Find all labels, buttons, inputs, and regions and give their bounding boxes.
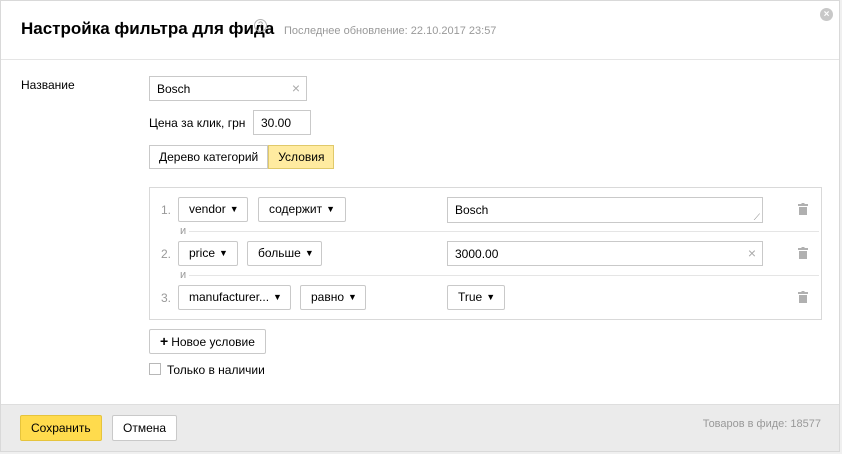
close-icon[interactable]: ×	[820, 8, 833, 21]
tab-conditions[interactable]: Условия	[268, 145, 335, 169]
condition-value: True	[458, 290, 483, 304]
in-stock-label: Только в наличии	[167, 363, 265, 377]
chevron-down-icon: ▼	[229, 204, 239, 214]
condition-value: Bosch	[455, 203, 489, 217]
filter-mode-tabs: Дерево категорий Условия	[149, 145, 335, 169]
and-label: и	[177, 225, 190, 237]
save-button[interactable]: Сохранить	[20, 415, 102, 441]
condition-field-select[interactable]: manufacturer... ▼	[178, 285, 291, 310]
condition-operator-select[interactable]: больше ▼	[247, 241, 322, 266]
condition-operator-value: больше	[258, 246, 301, 260]
condition-number: 2.	[161, 247, 172, 261]
price-input-value: 30.00	[261, 116, 292, 130]
condition-operator-select[interactable]: содержит ▼	[258, 197, 346, 222]
clear-value-icon[interactable]: ×	[748, 242, 756, 265]
in-stock-checkbox[interactable]	[149, 363, 161, 375]
help-icon[interactable]: ?	[254, 19, 267, 32]
condition-field-value: manufacturer...	[189, 290, 270, 304]
conditions-panel: 1. vendor ▼ содержит ▼ Bosch ⟋ и 2. price ▼…	[149, 187, 822, 320]
chevron-down-icon: ▼	[304, 248, 314, 258]
chevron-down-icon: ▼	[486, 292, 496, 302]
delete-icon[interactable]	[798, 247, 808, 259]
condition-operator-value: содержит	[269, 202, 323, 216]
delete-icon[interactable]	[798, 203, 808, 215]
delete-icon[interactable]	[798, 291, 808, 303]
price-input[interactable]: 30.00	[253, 110, 311, 135]
chevron-down-icon: ▼	[348, 292, 357, 302]
row-separator	[180, 275, 819, 276]
chevron-down-icon: ▼	[326, 204, 336, 214]
name-input-value: Bosch	[157, 82, 191, 96]
dialog-title: Настройка фильтра для фида	[21, 19, 275, 38]
condition-number: 1.	[161, 203, 172, 217]
cancel-button[interactable]: Отмена	[112, 415, 178, 441]
resize-handle-icon[interactable]: ⟋	[754, 212, 760, 222]
filter-settings-dialog: Настройка фильтра для фида ? Последнее о…	[0, 0, 840, 452]
condition-number: 3.	[161, 291, 172, 305]
row-separator	[180, 231, 819, 232]
add-condition-label: Новое условие	[171, 335, 255, 349]
goods-count-text: Товаров в фиде: 18577	[702, 418, 821, 430]
tab-category-tree[interactable]: Дерево категорий	[149, 145, 269, 169]
chevron-down-icon: ▼	[273, 292, 282, 302]
condition-field-select[interactable]: price ▼	[178, 241, 238, 266]
chevron-down-icon: ▼	[219, 248, 228, 258]
name-label: Название	[21, 78, 75, 92]
condition-field-value: vendor	[189, 202, 226, 216]
price-label: Цена за клик, грн	[149, 116, 246, 130]
add-condition-button[interactable]: + Новое условие	[149, 329, 266, 354]
condition-operator-select[interactable]: равно ▼	[300, 285, 366, 310]
condition-field-select[interactable]: vendor ▼	[178, 197, 248, 222]
condition-value-textarea[interactable]: Bosch ⟋	[447, 197, 763, 223]
plus-icon: +	[160, 333, 169, 349]
and-label: и	[177, 269, 190, 281]
condition-field-value: price	[189, 246, 216, 260]
condition-value-input[interactable]: 3000.00 ×	[447, 241, 763, 266]
dialog-header: Настройка фильтра для фида ? Последнее о…	[1, 1, 839, 60]
condition-operator-value: равно	[311, 290, 345, 304]
dialog-footer: Сохранить Отмена Товаров в фиде: 18577	[1, 404, 839, 451]
condition-value: 3000.00	[455, 247, 499, 261]
clear-name-icon[interactable]: ×	[292, 77, 300, 100]
name-input[interactable]: Bosch ×	[149, 76, 307, 101]
last-update-text: Последнее обновление: 22.10.2017 23:57	[284, 25, 497, 37]
condition-value-select[interactable]: True ▼	[447, 285, 505, 310]
